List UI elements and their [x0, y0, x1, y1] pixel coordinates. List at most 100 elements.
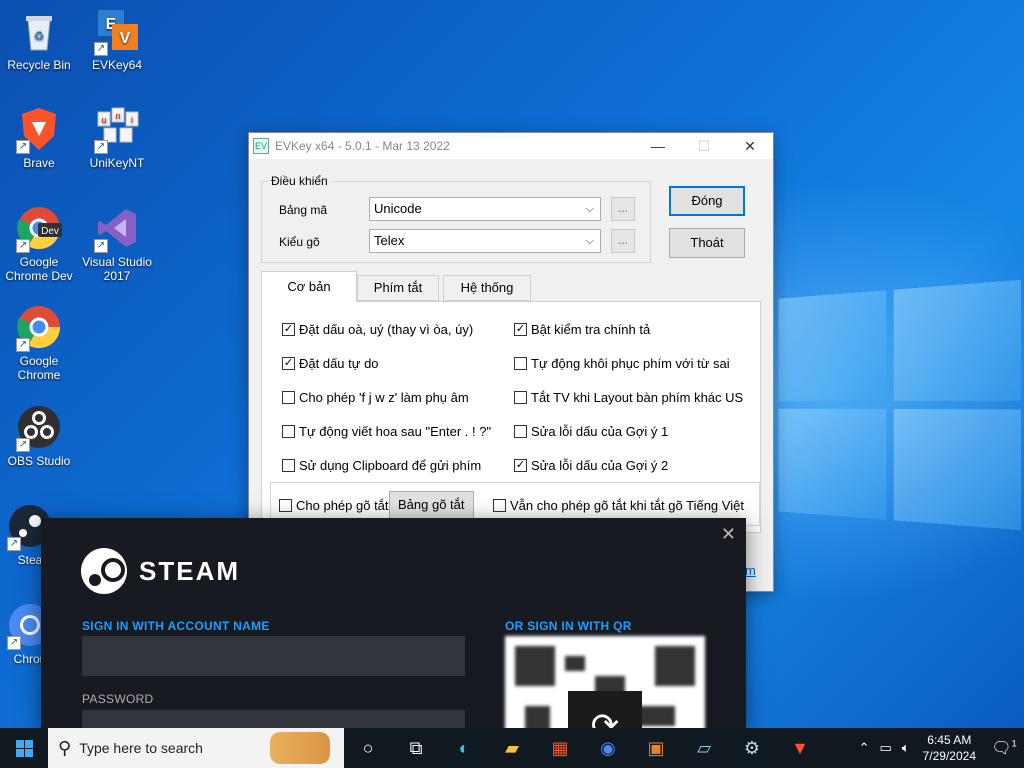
option-dat-dau-oa-uy[interactable]: ✓ Đặt dấu oà, uý (thay vì òa, úy) — [282, 322, 473, 337]
kieu-go-more-button[interactable]: ... — [611, 229, 635, 253]
shortcut-arrow-icon: ↗ — [94, 42, 108, 56]
file-explorer-icon[interactable]: ▰ — [488, 728, 536, 768]
checkbox[interactable]: ✓ — [282, 323, 295, 336]
group-label: Điều khiển — [268, 174, 331, 188]
option-su-dung-clipboard[interactable]: Sử dụng Clipboard để gửi phím — [282, 458, 481, 473]
option-sua-loi-goi-y-2[interactable]: ✓ Sửa lỗi dấu của Gợi ý 2 — [514, 458, 668, 473]
close-button[interactable]: ✕ — [727, 133, 773, 159]
option-label: Tự động viết hoa sau "Enter . ! ?" — [299, 424, 492, 439]
shortcut-arrow-icon: ↗ — [16, 140, 30, 154]
chevron-up-icon[interactable]: ⌃ — [854, 740, 875, 756]
checkbox[interactable] — [282, 391, 295, 404]
volume-icon[interactable]: 🔈︎ — [897, 740, 915, 756]
checkbox[interactable] — [279, 499, 292, 512]
unikey-icon: un i ↗ — [94, 106, 140, 154]
kieu-go-select[interactable]: Telex ⌵ — [369, 229, 601, 253]
option-label: Tắt TV khi Layout bàn phím khác US — [531, 390, 744, 405]
option-cho-phep-fjwz[interactable]: Cho phép 'f j w z' làm phụ âm — [282, 390, 469, 405]
brave-icon: ↗ — [16, 106, 62, 154]
desktop-icon-visual-studio[interactable]: ↗ Visual Studio 2017 — [79, 205, 155, 283]
bang-ma-select[interactable]: Unicode ⌵ — [369, 197, 601, 221]
option-bat-kiem-tra-chinh-ta[interactable]: ✓ Bật kiểm tra chính tả — [514, 322, 650, 337]
desktop-icon-label: OBS Studio — [7, 454, 71, 468]
option-sua-loi-goi-y-1[interactable]: Sửa lỗi dấu của Gợi ý 1 — [514, 424, 668, 439]
desktop-icon-unikeynt[interactable]: un i ↗ UniKeyNT — [79, 106, 155, 170]
shortcut-arrow-icon: ↗ — [94, 239, 108, 253]
tab-phim-tat[interactable]: Phím tắt — [357, 275, 439, 301]
checkbox[interactable]: ✓ — [514, 459, 527, 472]
option-cho-phep-go-tat[interactable]: Cho phép gõ tắt — [279, 498, 389, 513]
evkey-icon: EV ↗ — [94, 8, 140, 56]
svg-text:n: n — [115, 111, 120, 121]
desktop-icon-label: UniKeyNT — [89, 156, 145, 170]
svg-text:i: i — [131, 115, 133, 125]
start-button[interactable] — [0, 728, 48, 768]
option-tu-dong-viet-hoa[interactable]: Tự động viết hoa sau "Enter . ! ?" — [282, 424, 491, 439]
tab-co-ban[interactable]: Cơ bản — [261, 271, 357, 302]
windows-icon — [15, 739, 33, 757]
store-icon[interactable]: ▦ — [536, 728, 584, 768]
checkbox[interactable]: ✓ — [514, 323, 527, 336]
steam-login-window: ✕ STEAM SIGN IN WITH ACCOUNT NAME PASSWO… — [41, 518, 746, 730]
network-icon[interactable]: ▭ — [875, 740, 897, 756]
notification-center-icon[interactable]: 🗨︎1 — [984, 738, 1024, 758]
option-tat-tv-layout[interactable]: Tắt TV khi Layout bàn phím khác US — [514, 390, 743, 405]
svg-text:Dev: Dev — [41, 226, 59, 237]
checkbox[interactable]: ✓ — [282, 357, 295, 370]
qr-signin-label: OR SIGN IN WITH QR — [505, 619, 632, 633]
desktop-icon-recycle-bin[interactable]: ♻ Recycle Bin — [1, 8, 77, 72]
steam-close-button[interactable]: ✕ — [721, 524, 736, 545]
option-label: Vẫn cho phép gõ tắt khi tắt gõ Tiếng Việ… — [510, 498, 744, 513]
option-tu-dong-khoi-phuc[interactable]: Tự động khôi phục phím với từ sai — [514, 356, 730, 371]
option-van-cho-phep-go-tat[interactable]: Vẫn cho phép gõ tắt khi tắt gõ Tiếng Việ… — [493, 498, 744, 513]
thoat-button[interactable]: Thoát — [669, 228, 745, 258]
search-highlight-image — [270, 732, 330, 764]
desktop-icon-obs-studio[interactable]: ↗ OBS Studio — [1, 404, 77, 468]
maximize-button[interactable]: ☐ — [681, 133, 727, 159]
password-input[interactable] — [82, 710, 465, 730]
tab-he-thong[interactable]: Hệ thống — [443, 275, 531, 301]
desktop-icon-evkey64[interactable]: EV ↗ EVKey64 — [79, 8, 155, 72]
evkey-taskbar-icon[interactable]: ▣ — [632, 728, 680, 768]
edge-icon[interactable]: ◐ — [440, 728, 488, 768]
bang-ma-more-button[interactable]: ... — [611, 197, 635, 221]
windows-logo-wallpaper — [778, 279, 1022, 531]
clock[interactable]: 6:45 AM 7/29/2024 — [915, 732, 984, 764]
cortana-icon[interactable]: ○ — [344, 728, 392, 768]
qr-refresh-icon[interactable]: ⟳ — [568, 691, 642, 730]
bang-go-tat-button[interactable]: Bảng gõ tắt — [389, 491, 474, 519]
shortcut-arrow-icon: ↗ — [16, 338, 30, 352]
kieu-go-value: Telex — [374, 233, 405, 248]
checkbox[interactable] — [514, 357, 527, 370]
svg-text:♻: ♻ — [34, 29, 45, 43]
chevron-down-icon: ⌵ — [585, 203, 594, 215]
dong-button[interactable]: Đóng — [669, 186, 745, 216]
shortcut-arrow-icon: ↗ — [7, 636, 21, 650]
checkbox[interactable] — [493, 499, 506, 512]
option-label: Sửa lỗi dấu của Gợi ý 1 — [531, 424, 669, 439]
checkbox[interactable] — [514, 425, 527, 438]
evkey-titlebar[interactable]: EV EVKey x64 - 5.0.1 - Mar 13 2022 — ☐ ✕ — [249, 133, 773, 159]
minimize-button[interactable]: — — [635, 133, 681, 159]
account-name-input[interactable] — [82, 636, 465, 676]
password-label: PASSWORD — [82, 692, 154, 706]
partial-link[interactable]: m — [745, 563, 756, 578]
steam-wordmark: STEAM — [139, 555, 240, 586]
chrome-taskbar-icon[interactable]: ◉ — [584, 728, 632, 768]
notepad-icon[interactable]: ▱ — [680, 728, 728, 768]
evkey-app-icon: EV — [253, 138, 269, 154]
checkbox[interactable] — [514, 391, 527, 404]
desktop-icon-google-chrome[interactable]: ↗ Google Chrome — [1, 304, 77, 382]
task-view-icon[interactable]: ⧉ — [392, 728, 440, 768]
desktop-icon-chrome-dev[interactable]: Dev ↗ Google Chrome Dev — [1, 205, 77, 283]
option-label: Sử dụng Clipboard để gửi phím — [299, 458, 482, 473]
brave-taskbar-icon[interactable]: ▼ — [776, 728, 824, 768]
option-dat-dau-tu-do[interactable]: ✓ Đặt dấu tự do — [282, 356, 379, 371]
checkbox[interactable] — [282, 459, 295, 472]
taskbar-search-box[interactable]: ⚲ Type here to search — [48, 728, 344, 768]
steam-taskbar-icon[interactable]: ⚙ — [728, 728, 776, 768]
system-tray: ⌃ ▭ 🔈︎ 6:45 AM 7/29/2024 🗨︎1 — [854, 728, 1024, 768]
checkbox[interactable] — [282, 425, 295, 438]
desktop-icon-brave[interactable]: ↗ Brave — [1, 106, 77, 170]
option-label: Cho phép gõ tắt — [296, 498, 389, 513]
